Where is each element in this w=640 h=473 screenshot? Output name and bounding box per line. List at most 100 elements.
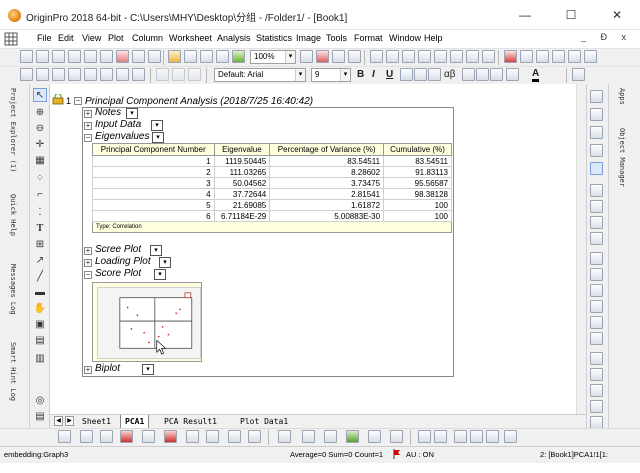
right-tool-7-icon[interactable] <box>590 200 603 213</box>
screen-reader-icon[interactable]: ▦ <box>33 154 47 168</box>
new-notes-icon[interactable] <box>132 50 145 63</box>
menu-file[interactable]: File <box>37 33 52 43</box>
image-plot-icon[interactable] <box>390 430 403 443</box>
arrange-icon[interactable] <box>454 430 467 443</box>
collapse-eigenvalues-icon[interactable]: − <box>84 134 92 142</box>
right-tool-18-icon[interactable] <box>590 384 603 397</box>
3d-bar-icon[interactable] <box>302 430 315 443</box>
region-tool-icon[interactable]: ▣ <box>33 318 47 332</box>
right-tool-1-icon[interactable] <box>590 90 603 103</box>
table-cell[interactable]: 1 <box>92 155 215 167</box>
font-name-combo[interactable]: Default: Arial ▾ <box>214 68 306 82</box>
right-tool-13-icon[interactable] <box>590 300 603 313</box>
table-cell[interactable]: 2 <box>92 166 215 178</box>
right-tool-3-icon[interactable] <box>590 126 603 139</box>
contour-plot-icon[interactable] <box>206 430 219 443</box>
align-icon[interactable] <box>490 68 503 81</box>
right-tool-11-icon[interactable] <box>590 268 603 281</box>
y-col-icon[interactable] <box>584 50 597 63</box>
hand-tool-icon[interactable]: ✋ <box>33 302 47 316</box>
minimize-button[interactable]: — <box>502 0 548 30</box>
notes-dropdown[interactable]: ▾ <box>126 108 138 119</box>
expand-input-data-icon[interactable]: + <box>84 122 92 130</box>
tree-icon[interactable] <box>418 50 431 63</box>
arrow-tool-icon[interactable]: ⊞ <box>33 238 47 252</box>
copy-icon[interactable] <box>172 68 185 81</box>
special-plot-icon[interactable] <box>228 430 241 443</box>
mdi-window-controls[interactable]: _ Ɖ x <box>581 32 632 42</box>
right-tool-12-icon[interactable] <box>590 284 603 297</box>
menu-format[interactable]: Format <box>354 33 383 43</box>
refresh-icon[interactable] <box>316 50 329 63</box>
line-symbol-icon[interactable] <box>100 430 113 443</box>
open-template-icon[interactable] <box>184 50 197 63</box>
statistical-plot-icon[interactable] <box>164 430 177 443</box>
project-explorer-icon[interactable] <box>370 50 383 63</box>
next-sheet-button[interactable]: ▶ <box>65 416 74 426</box>
new-matrix-icon[interactable] <box>84 50 97 63</box>
border-icon[interactable] <box>506 68 519 81</box>
object-tool-icon[interactable]: ▤ <box>33 410 47 424</box>
graph-page-icon[interactable] <box>20 68 33 81</box>
tab-sheet1[interactable]: Sheet1 <box>78 415 115 428</box>
line-tool-icon[interactable]: ╱ <box>33 270 47 284</box>
score-plot-dropdown[interactable]: ▾ <box>154 269 166 280</box>
new-excel-icon[interactable] <box>52 50 65 63</box>
zoom-in-tool-icon[interactable]: ⊕ <box>33 106 47 120</box>
layout-icon[interactable] <box>418 430 431 443</box>
decrease-font-icon[interactable] <box>476 68 489 81</box>
menu-analysis[interactable]: Analysis <box>217 33 251 43</box>
save-template-icon[interactable] <box>216 50 229 63</box>
right-tool-2-icon[interactable] <box>590 108 603 121</box>
table-cell[interactable]: 91.83113 <box>383 166 452 178</box>
right-tool-4-icon[interactable] <box>590 144 603 157</box>
draw-data-icon[interactable]: ▤ <box>33 334 47 348</box>
column-header[interactable]: Percentage of Variance (%) <box>269 143 385 156</box>
vertical-scrollbar[interactable] <box>576 84 586 414</box>
supersub-icon[interactable] <box>428 68 441 81</box>
sort-icon[interactable] <box>536 50 549 63</box>
menu-help[interactable]: Help <box>424 33 443 43</box>
results-log-icon[interactable] <box>386 50 399 63</box>
print-icon[interactable] <box>300 50 313 63</box>
table-cell[interactable]: 8.28602 <box>269 166 385 178</box>
script-icon[interactable] <box>434 50 447 63</box>
right-tool-5-icon[interactable] <box>590 162 603 175</box>
paste-icon[interactable] <box>188 68 201 81</box>
menu-tools[interactable]: Tools <box>326 33 347 43</box>
menu-view[interactable]: View <box>82 33 101 43</box>
code-builder-icon[interactable] <box>348 50 361 63</box>
menu-worksheet[interactable]: Worksheet <box>169 33 212 43</box>
image-icon[interactable] <box>466 50 479 63</box>
collapse-report-icon[interactable]: − <box>74 97 82 105</box>
graph-axis-icon[interactable] <box>52 68 65 81</box>
menu-column[interactable]: Column <box>132 33 163 43</box>
table-cell[interactable]: 6.71184E-29 <box>213 210 271 222</box>
tab-pca-result1[interactable]: PCA Result1 <box>160 415 221 428</box>
graph-copy-icon[interactable] <box>132 68 145 81</box>
tab-pca1[interactable]: PCA1 <box>120 415 150 428</box>
new-graph-icon[interactable] <box>68 50 81 63</box>
column-header[interactable]: Cumulative (%) <box>383 143 452 156</box>
right-tool-14-icon[interactable] <box>590 316 603 329</box>
table-cell[interactable]: 37.72644 <box>213 188 271 200</box>
graph-merge-icon[interactable] <box>116 68 129 81</box>
table-cell[interactable]: 4 <box>92 188 215 200</box>
mask-tool-icon[interactable]: ⁚ <box>33 206 47 220</box>
menu-window[interactable]: Window <box>389 33 421 43</box>
curved-arrow-icon[interactable]: ↗ <box>33 254 47 268</box>
table-cell[interactable]: 50.04562 <box>213 177 271 189</box>
command-window-icon[interactable] <box>402 50 415 63</box>
greek-button[interactable]: αβ <box>444 69 456 80</box>
table-cell[interactable]: 1.61872 <box>269 199 385 211</box>
open-icon[interactable] <box>168 50 181 63</box>
table-cell[interactable]: 100 <box>383 210 452 222</box>
column-plot-icon[interactable] <box>120 430 133 443</box>
graph-legend-icon[interactable] <box>68 68 81 81</box>
crosshair-tool-icon[interactable]: ✛ <box>33 138 47 152</box>
table-cell[interactable]: 98.38128 <box>383 188 452 200</box>
text-tool-icon[interactable]: T <box>33 222 47 236</box>
group-icon[interactable] <box>504 430 517 443</box>
tab-object-manager[interactable]: Object Manager <box>618 128 626 187</box>
first-sheet-button[interactable]: ◀ <box>54 416 63 426</box>
